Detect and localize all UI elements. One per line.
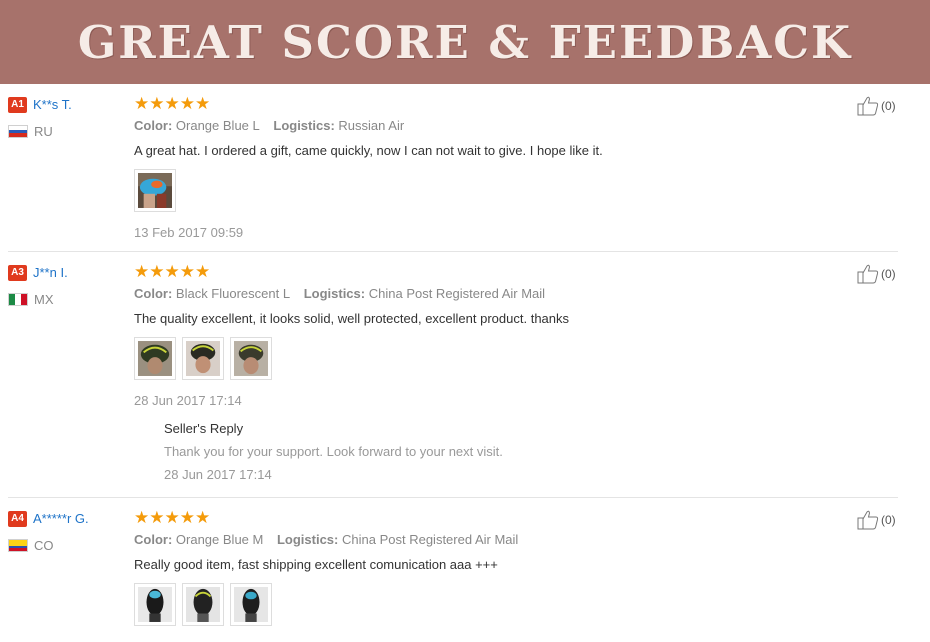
color-label: Color: [134,286,173,301]
helmet-photo-icon [234,587,268,622]
helpful-button[interactable]: (0) [857,510,896,530]
reviewer-country: CO [34,538,54,553]
review-item: A4 A*****r G. CO ★★★★★ Color: Orange Blue… [0,498,930,642]
review-photo-thumbnail[interactable] [182,583,224,626]
helpful-count: (0) [881,99,896,113]
seller-reply-date: 28 Jun 2017 17:14 [164,467,272,482]
mexico-flag-icon [8,293,28,306]
review-content: ★★★★★ Color: Black Fluorescent L Logisti… [134,263,834,482]
review-photo-thumbnail[interactable] [134,583,176,626]
logistics-label: Logistics: [303,286,366,301]
review-content: ★★★★★ Color: Orange Blue M Logistics: Ch… [134,509,834,626]
review-date: 28 Jun 2017 17:14 [134,393,242,408]
color-label: Color: [134,118,173,133]
color-value: Orange Blue L [175,118,260,133]
reviewer-name-link[interactable]: K**s T. [33,97,72,112]
reviewer-name-link[interactable]: A*****r G. [33,511,89,526]
colombia-flag-icon [8,539,28,552]
review-photos [134,583,834,626]
russia-flag-icon [8,125,28,138]
review-photo-thumbnail[interactable] [134,337,176,380]
color-value: Orange Blue M [175,532,264,547]
review-photo-thumbnail[interactable] [182,337,224,380]
star-rating: ★★★★★ [134,262,211,281]
order-attributes: Color: Orange Blue M Logistics: China Po… [134,532,834,548]
review-photos [134,337,834,380]
color-label: Color: [134,532,173,547]
thumbs-up-icon [857,264,879,284]
banner-title: GREAT SCORE & FEEDBACK [77,15,853,69]
review-text: The quality excellent, it looks solid, w… [134,311,570,326]
order-attributes: Color: Black Fluorescent L Logistics: Ch… [134,286,834,302]
review-content: ★★★★★ Color: Orange Blue L Logistics: Ru… [134,95,834,240]
review-photo-thumbnail[interactable] [134,169,176,212]
buyer-level-badge: A1 [8,96,27,113]
review-text: A great hat. I ordered a gift, came quic… [134,143,603,158]
logistics-value: China Post Registered Air Mail [342,532,519,547]
helmet-photo-icon [138,587,172,622]
buyer-level-badge: A4 [8,510,27,527]
review-item: A1 K**s T. RU ★★★★★ Color: Orange Blue L … [0,84,930,252]
helpful-button[interactable]: (0) [857,264,896,284]
color-value: Black Fluorescent L [175,286,291,301]
order-attributes: Color: Orange Blue L Logistics: Russian … [134,118,834,134]
review-item: A3 J**n I. MX ★★★★★ Color: Black Fluoresc… [0,252,930,498]
review-photo-thumbnail[interactable] [230,583,272,626]
logistics-value: Russian Air [338,118,405,133]
seller-reply: Seller's Reply Thank you for your suppor… [164,421,834,482]
logistics-value: China Post Registered Air Mail [368,286,546,301]
helpful-button[interactable]: (0) [857,96,896,116]
thumbs-up-icon [857,510,879,530]
logistics-label: Logistics: [276,532,339,547]
buyer-level-badge: A3 [8,264,27,281]
helmet-photo-icon [186,587,220,622]
review-text: Really good item, fast shipping excellen… [134,557,498,572]
reviewer-country: MX [34,292,54,307]
reviewer-country: RU [34,124,53,139]
helpful-count: (0) [881,267,896,281]
feedback-banner: GREAT SCORE & FEEDBACK [0,0,930,84]
reviewer-name-link[interactable]: J**n I. [33,265,68,280]
seller-reply-title: Seller's Reply [164,421,244,436]
reviewer-info: A3 J**n I. MX [8,264,123,307]
review-date: 13 Feb 2017 09:59 [134,225,244,240]
logistics-label: Logistics: [273,118,335,133]
helmet-photo-icon [186,341,220,376]
reviewer-info: A4 A*****r G. CO [8,510,123,553]
helpful-count: (0) [881,513,896,527]
star-rating: ★★★★★ [134,508,211,527]
helmet-photo-icon [234,341,268,376]
reviewer-info: A1 K**s T. RU [8,96,123,139]
review-photo-thumbnail[interactable] [230,337,272,380]
star-rating: ★★★★★ [134,94,211,113]
review-photos [134,169,834,212]
helmet-photo-icon [138,173,172,208]
seller-reply-text: Thank you for your support. Look forward… [164,444,503,459]
helmet-photo-icon [138,341,172,376]
thumbs-up-icon [857,96,879,116]
